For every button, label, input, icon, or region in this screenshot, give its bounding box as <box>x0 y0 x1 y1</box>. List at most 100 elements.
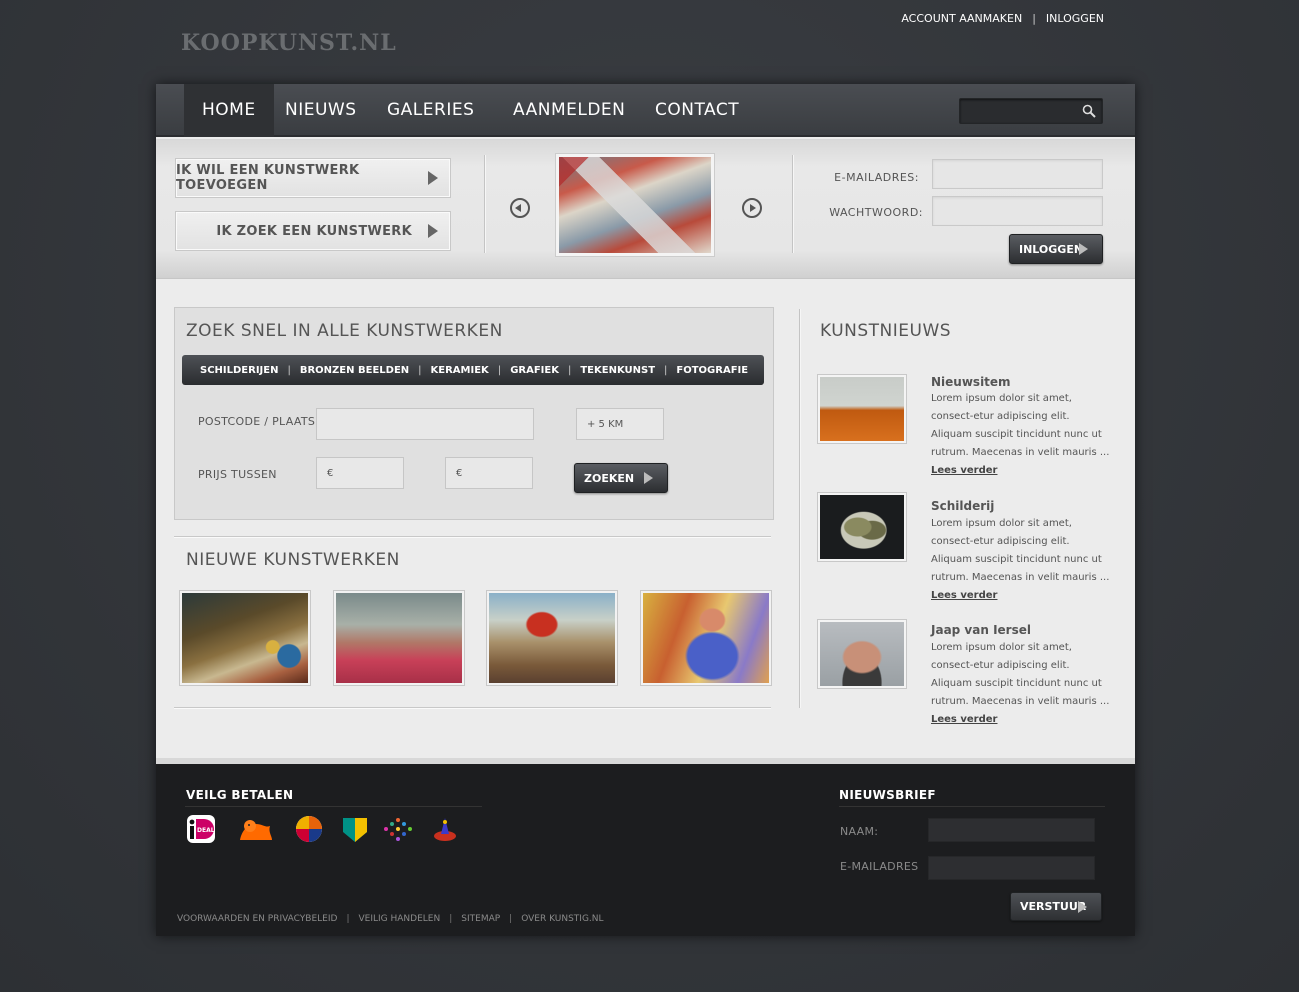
arrow-right-icon <box>1079 243 1088 255</box>
read-more-link[interactable]: Lees verder <box>931 465 997 476</box>
new-works-title: NIEUWE KUNSTWERKEN <box>186 550 400 570</box>
mastercard-dots-icon <box>384 818 412 841</box>
news-item-body: Lorem ipsum dolor sit amet, consect-etur… <box>931 518 1110 583</box>
news-item-title[interactable]: Schilderij <box>931 499 994 513</box>
category-bar: SCHILDERIJEN | BRONZEN BEELDEN | KERAMIE… <box>182 355 764 385</box>
price-min-input[interactable]: € <box>316 457 404 489</box>
arrow-right-icon <box>644 472 653 484</box>
new-artwork-thumb[interactable] <box>333 590 465 686</box>
login-password-label: WACHTWOORD: <box>829 206 923 219</box>
search-input[interactable] <box>960 99 1072 123</box>
read-more-link[interactable]: Lees verder <box>931 590 997 601</box>
login-link[interactable]: INLOGGEN <box>1046 12 1104 25</box>
nav-home[interactable]: HOME <box>184 84 274 137</box>
footer: VEILG BETALEN DEAL NIEUWSBRIEF NAAM: E-M… <box>156 758 1135 936</box>
ideal-icon: DEAL <box>187 815 215 843</box>
price-label: PRIJS TUSSEN <box>198 468 277 481</box>
slider-next-button[interactable] <box>742 198 762 218</box>
main-container: HOME NIEUWS GALERIES AANMELDEN CONTACT I… <box>156 84 1135 936</box>
category-bronzen-beelden[interactable]: BRONZEN BEELDEN <box>300 365 409 376</box>
newsletter-name-input[interactable] <box>928 818 1095 842</box>
add-artwork-label: IK WIL EEN KUNSTWERK TOEVOEGEN <box>176 163 360 193</box>
nav-aanmelden[interactable]: AANMELDEN <box>513 84 625 137</box>
login-submit-label: INLOGGEN <box>1019 242 1084 256</box>
art-news-title: KUNSTNIEUWS <box>820 321 952 341</box>
news-item-title[interactable]: Jaap van Iersel <box>931 623 1031 637</box>
news-item-text: Lorem ipsum dolor sit amet, consect-etur… <box>931 515 1111 605</box>
footer-links: VOORWAARDEN EN PRIVACYBELEID | VEILIG HA… <box>177 914 604 924</box>
quick-search-panel: ZOEK SNEL IN ALLE KUNSTWERKEN SCHILDERIJ… <box>174 307 774 520</box>
arrow-right-icon <box>428 224 438 238</box>
news-image <box>820 377 904 441</box>
divider <box>484 155 485 253</box>
nav-contact[interactable]: CONTACT <box>655 84 739 137</box>
add-artwork-button[interactable]: IK WIL EEN KUNSTWERK TOEVOEGEN <box>175 158 451 198</box>
price-max-value: € <box>456 467 463 479</box>
news-item-title[interactable]: Nieuwsitem <box>931 375 1011 389</box>
divider <box>839 806 1105 807</box>
postcode-input[interactable] <box>316 408 534 440</box>
create-account-link[interactable]: ACCOUNT AANMAKEN <box>901 12 1022 25</box>
news-thumb[interactable] <box>817 619 907 689</box>
footer-link-terms[interactable]: VOORWAARDEN EN PRIVACYBELEID <box>177 914 337 924</box>
news-item-text: Lorem ipsum dolor sit amet, consect-etur… <box>931 390 1111 480</box>
new-artwork-thumb[interactable] <box>640 590 772 686</box>
category-keramiek[interactable]: KERAMIEK <box>431 365 489 376</box>
category-tekenkunst[interactable]: TEKENKUNST <box>580 365 655 376</box>
login-email-label: E-MAILADRES: <box>834 171 919 184</box>
chevron-right-icon <box>750 204 756 212</box>
news-item-text: Lorem ipsum dolor sit amet, consect-etur… <box>931 639 1111 729</box>
arrow-right-icon <box>1078 901 1087 913</box>
category-schilderijen[interactable]: SCHILDERIJEN <box>200 365 278 376</box>
news-image <box>820 495 904 559</box>
link-separator: | <box>1032 12 1036 25</box>
divider <box>185 806 482 807</box>
divider <box>174 707 771 708</box>
newsletter-submit-button[interactable]: VERSTUUR <box>1010 892 1102 921</box>
find-artwork-label: IK ZOEK EEN KUNSTWERK <box>216 223 412 239</box>
login-password-input[interactable] <box>932 196 1103 226</box>
site-logo[interactable]: KOOPKUNST.NL <box>181 30 397 56</box>
distance-select[interactable]: + 5 KM <box>576 408 664 440</box>
svg-text:DEAL: DEAL <box>197 827 215 834</box>
login-submit-button[interactable]: INLOGGEN <box>1009 234 1103 264</box>
distance-value: + 5 KM <box>587 418 624 430</box>
quick-search-title: ZOEK SNEL IN ALLE KUNSTWERKEN <box>186 321 503 341</box>
payment-title: VEILG BETALEN <box>186 788 294 802</box>
account-links: ACCOUNT AANMAKEN | INLOGGEN <box>901 12 1104 25</box>
news-image <box>820 622 904 686</box>
read-more-link[interactable]: Lees verder <box>931 714 997 725</box>
artwork-image <box>643 593 769 683</box>
find-artwork-button[interactable]: IK ZOEK EEN KUNSTWERK <box>175 211 451 251</box>
news-thumb[interactable] <box>817 492 907 562</box>
slider-prev-button[interactable] <box>510 198 530 218</box>
login-email-input[interactable] <box>932 159 1103 189</box>
fortis-icon <box>434 818 456 841</box>
footer-link-safe-trading[interactable]: VEILIG HANDELEN <box>359 914 441 924</box>
nav-nieuws[interactable]: NIEUWS <box>285 84 357 137</box>
new-artwork-thumb[interactable] <box>179 590 311 686</box>
hero-panel: IK WIL EEN KUNSTWERK TOEVOEGEN IK ZOEK E… <box>156 139 1135 279</box>
footer-link-about[interactable]: OVER KUNSTIG.NL <box>521 914 603 924</box>
main-nav: HOME NIEUWS GALERIES AANMELDEN CONTACT <box>156 84 1135 137</box>
price-min-value: € <box>327 467 334 479</box>
abn-amro-icon <box>343 818 367 842</box>
chevron-left-icon <box>515 204 521 212</box>
newsletter-email-input[interactable] <box>928 856 1095 880</box>
artwork-image <box>489 593 615 683</box>
category-grafiek[interactable]: GRAFIEK <box>510 365 559 376</box>
arrow-right-icon <box>428 171 438 185</box>
news-thumb[interactable] <box>817 374 907 444</box>
newsletter-submit-label: VERSTUUR <box>1020 900 1087 913</box>
nav-galeries[interactable]: GALERIES <box>387 84 474 137</box>
search-icon[interactable] <box>1082 104 1096 118</box>
newsletter-name-label: NAAM: <box>840 825 879 838</box>
slider-image-frame[interactable] <box>555 153 715 257</box>
footer-link-sitemap[interactable]: SITEMAP <box>461 914 500 924</box>
search-submit-button[interactable]: ZOEKEN <box>574 463 668 493</box>
category-fotografie[interactable]: FOTOGRAFIE <box>676 365 748 376</box>
price-max-input[interactable]: € <box>445 457 533 489</box>
postcode-label: POSTCODE / PLAATS <box>198 415 316 428</box>
artwork-image <box>182 593 308 683</box>
new-artwork-thumb[interactable] <box>486 590 618 686</box>
